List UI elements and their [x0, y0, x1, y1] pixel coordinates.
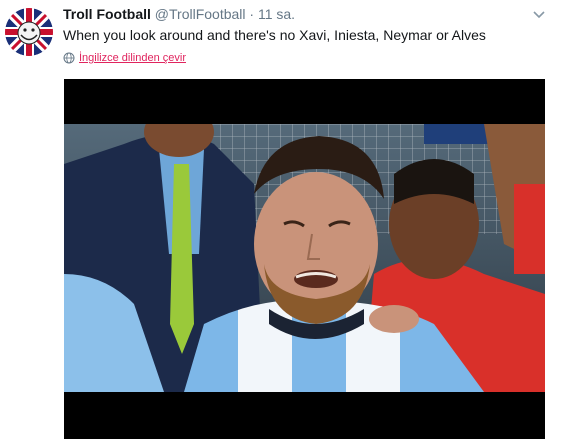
media-photo: [64, 124, 545, 392]
display-name[interactable]: Troll Football: [63, 6, 151, 22]
tweet-timestamp[interactable]: 11 sa.: [258, 6, 295, 22]
tweet-header: Troll Football @TrollFootball · 11 sa.: [63, 6, 546, 26]
tweet-avatar[interactable]: [5, 8, 53, 56]
translate-tweet[interactable]: İngilizce dilinden çevir: [63, 52, 186, 64]
tweet-text: When you look around and there's no Xavi…: [63, 27, 486, 43]
globe-icon: [63, 52, 75, 64]
separator-dot: ·: [249, 6, 255, 22]
user-handle[interactable]: @TrollFootball: [155, 6, 246, 22]
translate-link[interactable]: İngilizce dilinden çevir: [79, 52, 186, 64]
chevron-down-icon[interactable]: [532, 8, 546, 22]
troll-football-badge-icon: [5, 8, 53, 56]
tweet-media[interactable]: [64, 79, 545, 439]
